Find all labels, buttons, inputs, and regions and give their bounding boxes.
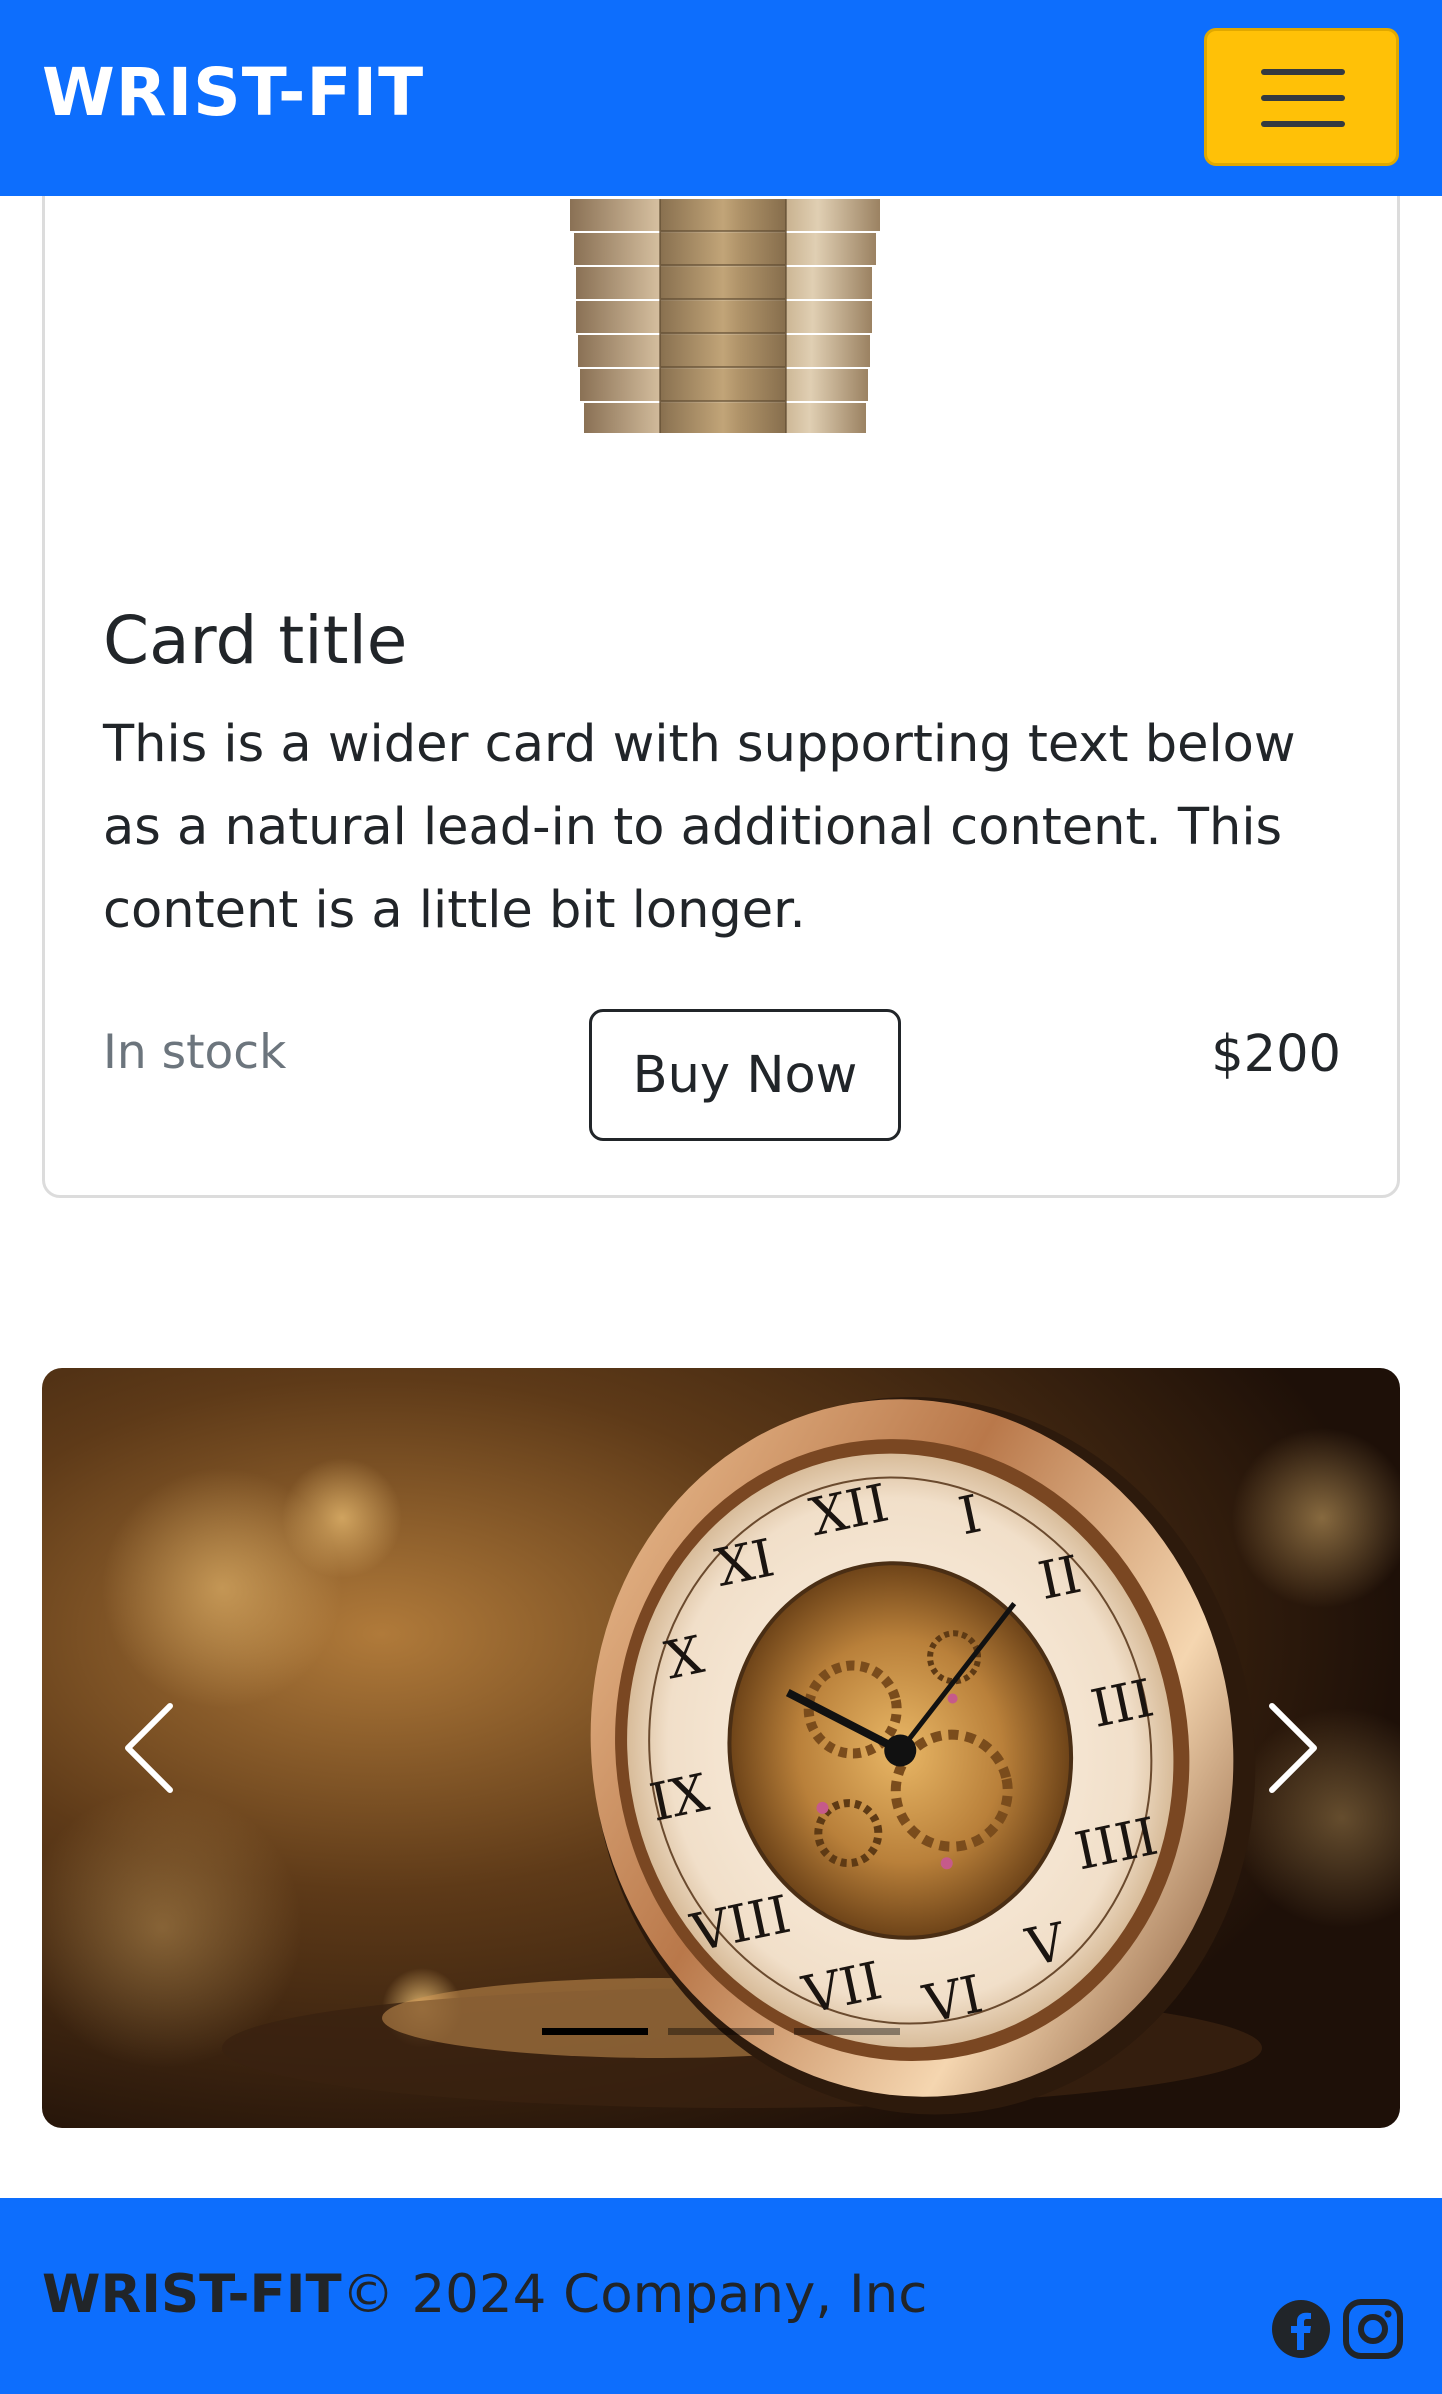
instagram-icon[interactable] [1342,2298,1404,2360]
product-price: $200 [1211,1025,1341,1084]
image-carousel: XII I II III IIII V VI VII VIII IX X XI [42,1368,1400,2128]
carousel-indicator-2[interactable] [668,2028,774,2035]
footer: WRIST-FIT© 2024 Company, Inc [0,2198,1442,2394]
hamburger-menu-icon [1261,69,1345,75]
carousel-next-button[interactable] [1230,1688,1350,1808]
card-title: Card title [103,602,408,679]
svg-text:VI: VI [918,1965,988,2036]
navbar-brand[interactable]: WRIST-FIT [42,60,424,126]
svg-text:III: III [1086,1669,1159,1741]
svg-text:IX: IX [645,1763,714,1834]
pocket-watch-image: XII I II III IIII V VI VII VIII IX X XI [42,1368,1400,2128]
chevron-left-icon [125,1703,173,1793]
carousel-prev-button[interactable] [92,1688,212,1808]
footer-copyright: WRIST-FIT© 2024 Company, Inc [42,2268,927,2321]
carousel-indicator-3[interactable] [794,2028,900,2035]
carousel-indicator-1[interactable] [542,2028,648,2035]
stock-status: In stock [103,1025,287,1080]
card-description: This is a wider card with supporting tex… [103,715,1296,940]
footer-brand[interactable]: WRIST-FIT [42,2264,342,2325]
navbar: WRIST-FIT [0,0,1442,196]
chevron-right-icon [1269,1703,1317,1793]
watch-band-image [570,199,880,433]
copyright-text: © 2024 Company, Inc [341,2264,928,2325]
product-card: Card title This is a wider card with sup… [42,160,1400,1198]
navbar-toggler-button[interactable] [1204,28,1399,166]
carousel-indicators [542,2028,900,2035]
buy-now-button[interactable]: Buy Now [589,1009,901,1141]
svg-text:XI: XI [711,1528,780,1599]
facebook-icon[interactable] [1270,2298,1332,2360]
